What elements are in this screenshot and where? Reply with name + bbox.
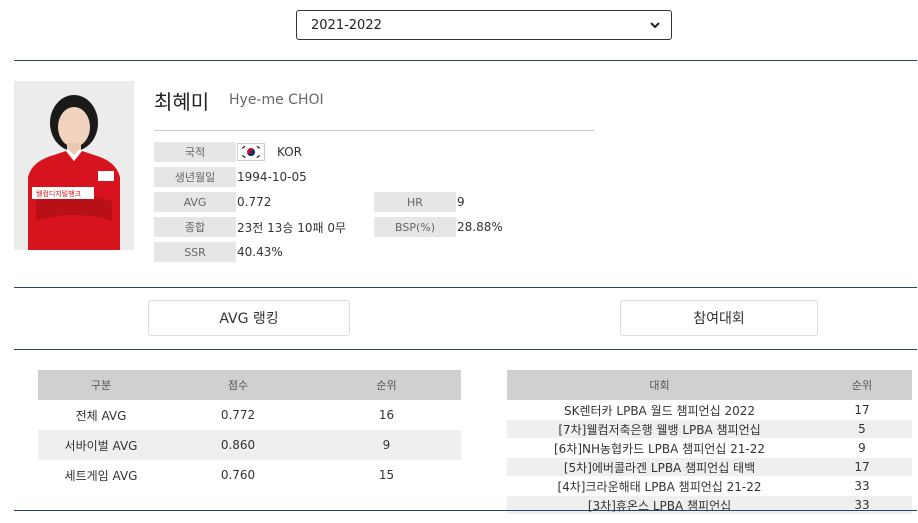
tournament-row-4-rank: 33 — [854, 479, 870, 493]
season-select[interactable]: 2021-2022 — [296, 10, 672, 40]
nationality-label: 국적 — [154, 142, 236, 162]
tournament-table-header: 대회 순위 — [507, 370, 912, 400]
tournament-row-2-name[interactable]: [6차]NH농협카드 LPBA 챔피언십 21-22 — [507, 439, 812, 457]
tournament-row-4-name[interactable]: [4차]크라운해태 LPBA 챔피언십 21-22 — [507, 477, 812, 495]
avg-row-2-score: 0.760 — [220, 468, 256, 482]
divider-top — [14, 60, 917, 61]
avg-header-score: 점수 — [227, 379, 249, 392]
avg-row-0-score: 0.772 — [220, 408, 256, 422]
player-name-english: Hye-me CHOI — [229, 92, 324, 108]
avg-ranking-button[interactable]: AVG 랭킹 — [148, 300, 350, 336]
bsp-value: 28.88% — [457, 220, 503, 234]
tournament-header-rank: 순위 — [851, 379, 873, 392]
avg-row-0-category: 전체 AVG — [75, 408, 127, 423]
player-name-korean: 최혜미 — [154, 90, 210, 114]
tournament-row-3-name[interactable]: [5차]에버콜라겐 LPBA 챔피언십 태백 — [507, 458, 812, 476]
avg-header-category: 구분 — [90, 379, 112, 392]
avg-row-2-category: 세트게임 AVG — [64, 468, 138, 483]
avg-header-rank: 순위 — [376, 379, 397, 392]
ssr-value: 40.43% — [237, 245, 283, 259]
chevron-down-icon — [650, 22, 660, 29]
avg-row-1-rank: 9 — [382, 438, 391, 452]
avg-row-2-rank: 15 — [378, 468, 395, 482]
nationality-value: KOR — [277, 145, 302, 159]
divider-lower — [14, 349, 917, 350]
player-photo-icon: 웰컴디지털뱅크 — [14, 81, 134, 250]
bsp-label: BSP(%) — [374, 217, 456, 237]
record-value: 23전 13승 10패 0무 — [237, 220, 347, 235]
record-label: 종합 — [154, 217, 236, 237]
tournament-row-5-name[interactable]: [3차]휴온스 LPBA 챔피언십 — [507, 496, 812, 514]
hr-label: HR — [374, 192, 456, 212]
avg-label: AVG — [154, 192, 236, 212]
svg-text:웰컴디지털뱅크: 웰컴디지털뱅크 — [36, 189, 82, 198]
season-select-wrap[interactable]: 2021-2022 — [296, 10, 672, 40]
korea-flag-icon — [237, 143, 265, 161]
tournament-row-2-rank: 9 — [858, 441, 866, 455]
avg-row-1-score: 0.860 — [220, 438, 256, 452]
avg-row-1-category: 서바이벌 AVG — [64, 438, 138, 453]
tournament-header-name: 대회 — [649, 379, 670, 392]
tournament-row-0-name[interactable]: SK렌터카 LPBA 월드 챔피언십 2022 — [507, 401, 812, 419]
nationality-value-wrap: KOR — [237, 142, 302, 162]
divider-bottom — [14, 510, 917, 511]
avg-value: 0.772 — [237, 195, 272, 209]
divider-middle — [14, 287, 917, 288]
avg-row-0-rank: 16 — [378, 408, 395, 422]
name-underline — [154, 130, 594, 131]
tournament-row-1-name[interactable]: [7차]웰컴저축은행 웰뱅 LPBA 챔피언십 — [507, 420, 812, 438]
birth-label: 생년월일 — [154, 167, 236, 187]
tournament-row-1-rank: 5 — [858, 422, 866, 436]
tournament-row-0-rank: 17 — [854, 403, 870, 417]
tournament-row-3-rank: 17 — [854, 460, 870, 474]
ssr-label: SSR — [154, 242, 236, 262]
player-photo: 웰컴디지털뱅크 — [14, 81, 134, 250]
avg-table-header: 구분 점수 순위 — [38, 370, 461, 400]
tournament-row-5-rank: 33 — [854, 498, 870, 512]
tournaments-button[interactable]: 참여대회 — [620, 300, 818, 336]
hr-value: 9 — [457, 195, 465, 209]
birth-value: 1994-10-05 — [237, 170, 307, 184]
season-selected-value: 2021-2022 — [311, 17, 382, 33]
